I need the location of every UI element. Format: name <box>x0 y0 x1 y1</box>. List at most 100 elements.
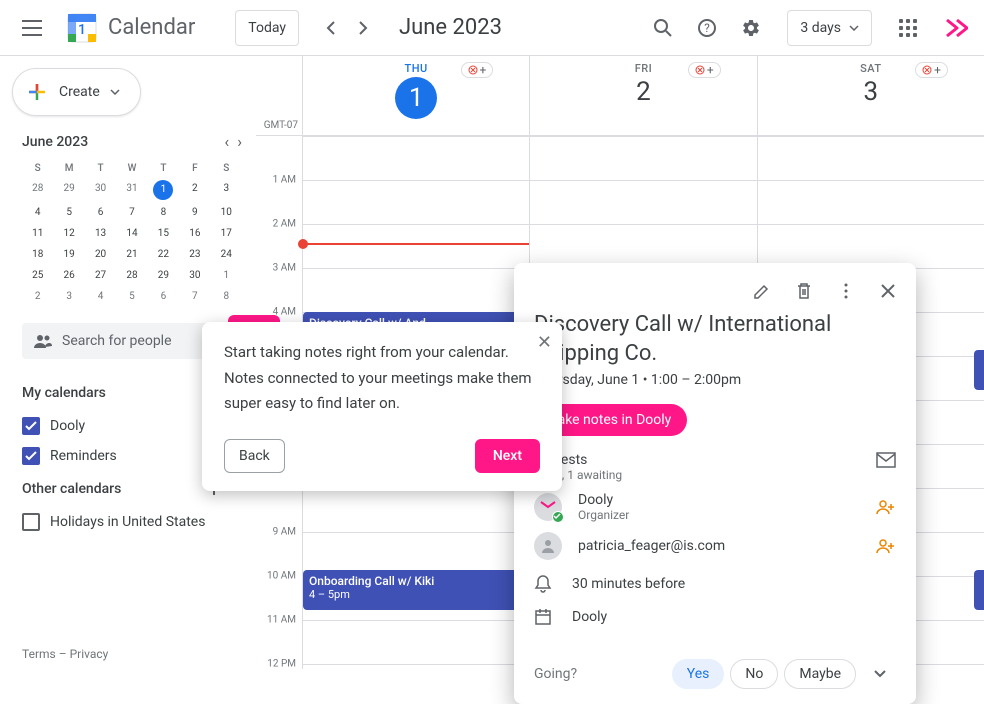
mini-day[interactable]: 29 <box>148 265 179 286</box>
tooltip-text: Start taking notes right from your calen… <box>224 340 540 417</box>
mini-day[interactable]: 5 <box>116 286 147 307</box>
settings-icon[interactable] <box>731 8 771 48</box>
mini-day[interactable]: 22 <box>148 244 179 265</box>
mini-day[interactable]: 16 <box>179 223 210 244</box>
mini-day[interactable]: 10 <box>211 202 242 223</box>
logo[interactable]: 1 Calendar <box>56 10 195 46</box>
mini-day[interactable]: 18 <box>22 244 53 265</box>
mini-day[interactable]: 6 <box>148 286 179 307</box>
calendar-event[interactable] <box>974 570 984 610</box>
time-label: 3 AM <box>273 263 296 274</box>
rsvp-yes-button[interactable]: Yes <box>672 659 725 689</box>
day-add-chip[interactable]: + <box>688 62 721 78</box>
rsvp-no-button[interactable]: No <box>730 659 778 689</box>
mini-day[interactable]: 27 <box>85 265 116 286</box>
mini-calendar: June 2023 ‹ › SMTWTFS2829303112345678910… <box>0 132 256 315</box>
add-guest-icon[interactable] <box>876 538 896 554</box>
view-switcher[interactable]: 3 days <box>787 10 872 46</box>
calendar-checkbox[interactable] <box>22 513 40 531</box>
calendar-icon <box>534 608 552 626</box>
event-time-text: 4 – 5pm <box>309 588 517 601</box>
view-label: 3 days <box>800 20 841 36</box>
mini-day[interactable]: 3 <box>211 178 242 202</box>
mini-day[interactable]: 4 <box>85 286 116 307</box>
day-add-chip[interactable]: + <box>915 62 948 78</box>
mini-day[interactable]: 24 <box>211 244 242 265</box>
mini-day[interactable]: 28 <box>116 265 147 286</box>
mini-day[interactable]: 30 <box>179 265 210 286</box>
edit-icon[interactable] <box>742 271 782 311</box>
guest-name: patricia_feager@is.com <box>578 538 860 554</box>
create-button[interactable]: Create <box>12 68 141 116</box>
close-icon[interactable] <box>868 271 908 311</box>
rsvp-maybe-button[interactable]: Maybe <box>784 659 856 689</box>
more-options-icon[interactable] <box>826 271 866 311</box>
mini-day[interactable]: 2 <box>179 178 210 202</box>
mini-day[interactable]: 28 <box>22 178 53 202</box>
email-guests-icon[interactable] <box>876 452 896 468</box>
next-period-button[interactable] <box>347 12 379 44</box>
mini-day[interactable]: 20 <box>85 244 116 265</box>
terms-link[interactable]: Terms <box>22 647 56 661</box>
mini-day[interactable]: 19 <box>53 244 84 265</box>
delete-icon[interactable] <box>784 271 824 311</box>
mini-day[interactable]: 8 <box>211 286 242 307</box>
svg-text:1: 1 <box>78 22 86 38</box>
calendar-checkbox[interactable] <box>22 447 40 465</box>
mini-next-button[interactable]: › <box>237 132 242 151</box>
event-subtitle: Thursday, June 1 • 1:00 – 2:00pm <box>534 372 896 388</box>
mini-day[interactable]: 15 <box>148 223 179 244</box>
mini-day[interactable]: 2 <box>22 286 53 307</box>
calendar-item[interactable]: Holidays in United States <box>22 507 242 537</box>
search-icon[interactable] <box>643 8 683 48</box>
google-apps-icon[interactable] <box>888 8 928 48</box>
calendar-row: Dooly <box>534 608 896 626</box>
mini-day[interactable]: 26 <box>53 265 84 286</box>
day-number: 2 <box>636 77 651 107</box>
prev-period-button[interactable] <box>315 12 347 44</box>
tooltip-next-button[interactable]: Next <box>475 439 540 473</box>
mini-day[interactable]: 23 <box>179 244 210 265</box>
mini-day[interactable]: 14 <box>116 223 147 244</box>
mini-day[interactable]: 3 <box>53 286 84 307</box>
mini-day[interactable]: 12 <box>53 223 84 244</box>
day-header[interactable]: FRI2+ <box>529 56 756 135</box>
mini-day[interactable]: 29 <box>53 178 84 202</box>
day-header[interactable]: SAT3+ <box>757 56 984 135</box>
mini-day[interactable]: 7 <box>179 286 210 307</box>
mini-day[interactable]: 25 <box>22 265 53 286</box>
mini-day[interactable]: 9 <box>179 202 210 223</box>
add-guest-icon[interactable] <box>876 499 896 515</box>
mini-day[interactable]: 30 <box>85 178 116 202</box>
mini-day[interactable]: 13 <box>85 223 116 244</box>
mini-day[interactable]: 4 <box>22 202 53 223</box>
mini-day[interactable]: 1 <box>153 180 173 200</box>
extension-icon[interactable] <box>944 16 968 40</box>
tooltip-back-button[interactable]: Back <box>224 439 285 473</box>
mini-day[interactable]: 6 <box>85 202 116 223</box>
calendar-label: Reminders <box>50 448 117 464</box>
guest-role: Organizer <box>578 508 860 522</box>
mini-day[interactable]: 7 <box>116 202 147 223</box>
mini-day[interactable]: 5 <box>53 202 84 223</box>
calendar-event[interactable] <box>974 350 984 390</box>
mini-day[interactable]: 31 <box>116 178 147 202</box>
main-menu-button[interactable] <box>8 4 56 52</box>
day-header[interactable]: THU1+ <box>302 56 529 135</box>
privacy-link[interactable]: Privacy <box>70 647 109 661</box>
calendar-event[interactable]: Onboarding Call w/ Kiki4 – 5pm <box>303 570 523 610</box>
mini-prev-button[interactable]: ‹ <box>224 132 229 151</box>
app-title: Calendar <box>108 15 195 40</box>
rsvp-more-button[interactable] <box>864 658 896 690</box>
calendar-checkbox[interactable] <box>22 417 40 435</box>
reminder-row: 30 minutes before <box>534 574 896 594</box>
tooltip-close-icon[interactable]: ✕ <box>537 332 552 353</box>
mini-day[interactable]: 11 <box>22 223 53 244</box>
day-add-chip[interactable]: + <box>461 62 494 78</box>
mini-day[interactable]: 1 <box>211 265 242 286</box>
mini-day[interactable]: 17 <box>211 223 242 244</box>
today-button[interactable]: Today <box>235 10 299 46</box>
mini-day[interactable]: 21 <box>116 244 147 265</box>
help-icon[interactable]: ? <box>687 8 727 48</box>
mini-day[interactable]: 8 <box>148 202 179 223</box>
